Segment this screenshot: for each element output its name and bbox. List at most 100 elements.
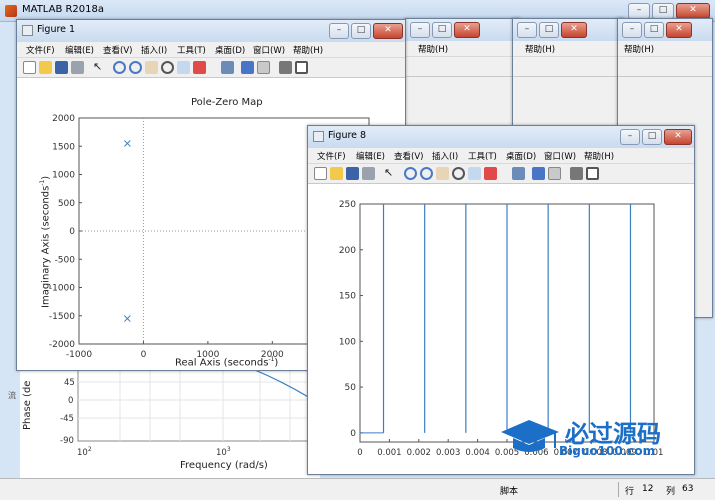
zoom-out-icon[interactable] (129, 61, 142, 74)
figure8-menubar: 文件(F) 编辑(E) 查看(V) 插入(I) 工具(T) 桌面(D) 窗口(W… (308, 148, 694, 164)
colorbar-icon[interactable] (241, 61, 254, 74)
minimize-icon[interactable]: – (517, 22, 537, 38)
zoom-in-icon[interactable] (404, 167, 417, 180)
status-col: 63 (682, 484, 694, 494)
minimize-icon[interactable]: – (622, 22, 642, 38)
close-icon[interactable]: ✕ (373, 23, 403, 39)
menu-file[interactable]: 文件(F) (317, 150, 346, 162)
menu-view[interactable]: 查看(V) (103, 44, 132, 56)
pan-icon[interactable] (436, 167, 449, 180)
print-icon[interactable] (362, 167, 375, 180)
status-bar: 脚本 行 12 列 63 (0, 478, 715, 500)
close-icon[interactable]: ✕ (664, 129, 692, 145)
data-cursor-icon[interactable] (177, 61, 190, 74)
sp-ytick-label: 0 (350, 429, 356, 439)
sp-ytick-label: 100 (339, 337, 356, 347)
figure-icon (22, 25, 33, 36)
menu-desktop[interactable]: 桌面(D) (506, 150, 536, 162)
new-figure-icon[interactable] (314, 167, 327, 180)
menu-help[interactable]: 帮助(H) (418, 43, 448, 55)
pz-ytick-label: 0 (69, 227, 75, 237)
open-icon[interactable] (39, 61, 52, 74)
print-icon[interactable] (71, 61, 84, 74)
save-icon[interactable] (55, 61, 68, 74)
bode-ytick: -45 (60, 414, 74, 424)
hide-tools-icon[interactable] (279, 61, 292, 74)
open-icon[interactable] (330, 167, 343, 180)
close-icon[interactable]: ✕ (454, 22, 480, 38)
pz-ylabel: Imaginary Axis (seconds-1) (39, 175, 52, 308)
colorbar-icon[interactable] (532, 167, 545, 180)
minimize-icon[interactable]: – (410, 22, 430, 38)
pan-icon[interactable] (145, 61, 158, 74)
save-icon[interactable] (346, 167, 359, 180)
maximize-icon[interactable]: □ (642, 129, 662, 145)
maximize-icon[interactable]: □ (539, 22, 559, 38)
menu-insert[interactable]: 插入(I) (432, 150, 458, 162)
status-row: 12 (642, 484, 654, 494)
link-icon[interactable] (221, 61, 234, 74)
brush-icon[interactable] (484, 167, 497, 180)
menu-insert[interactable]: 插入(I) (141, 44, 167, 56)
close-icon[interactable]: ✕ (666, 22, 692, 38)
pz-ytick-label: 1500 (52, 142, 75, 152)
menu-window[interactable]: 窗口(W) (544, 150, 576, 162)
minimize-icon[interactable]: – (620, 129, 640, 145)
pz-ytick-label: -1500 (49, 312, 75, 322)
new-figure-icon[interactable] (23, 61, 36, 74)
menu-file[interactable]: 文件(F) (26, 44, 55, 56)
pz-xlabel: Real Axis (seconds-1) (175, 356, 279, 369)
figure1-title: Figure 1 (37, 24, 76, 35)
close-icon[interactable]: ✕ (561, 22, 587, 38)
zoom-in-icon[interactable] (113, 61, 126, 74)
close-icon[interactable]: ✕ (676, 3, 710, 19)
sp-ytick-label: 150 (339, 292, 356, 302)
maximize-icon[interactable]: □ (432, 22, 452, 38)
maximize-icon[interactable]: □ (351, 23, 371, 39)
menu-help[interactable]: 帮助(H) (584, 150, 614, 162)
menu-help[interactable]: 帮助(H) (525, 43, 555, 55)
bode-xlabel: Frequency (rad/s) (180, 460, 268, 471)
maximize-icon[interactable]: □ (652, 3, 674, 19)
pz-ytick-label: -1000 (49, 284, 75, 294)
graduation-cap-icon (501, 420, 559, 452)
pz-ytick-label: 500 (58, 199, 75, 209)
figure8-title: Figure 8 (328, 130, 367, 141)
hide-tools-icon[interactable] (570, 167, 583, 180)
figure8-titlebar: Figure 8 – □ ✕ (308, 126, 694, 148)
menu-desktop[interactable]: 桌面(D) (215, 44, 245, 56)
menu-edit[interactable]: 编辑(E) (356, 150, 385, 162)
legend-icon[interactable] (548, 167, 561, 180)
menu-edit[interactable]: 编辑(E) (65, 44, 94, 56)
rotate-icon[interactable] (452, 167, 465, 180)
menu-help[interactable]: 帮助(H) (624, 43, 654, 55)
minimize-icon[interactable]: – (329, 23, 349, 39)
bode-ytick: -90 (60, 436, 74, 446)
figure1-menubar: 文件(F) 编辑(E) 查看(V) 插入(I) 工具(T) 桌面(D) 窗口(W… (17, 42, 405, 58)
data-cursor-icon[interactable] (468, 167, 481, 180)
pz-ytick-label: -500 (55, 255, 76, 265)
menu-tools[interactable]: 工具(T) (468, 150, 497, 162)
figure-icon (313, 131, 324, 142)
pointer-icon[interactable]: ↖ (93, 61, 106, 74)
show-tools-icon[interactable] (586, 167, 599, 180)
figure8-toolbar: ↖ (308, 164, 694, 184)
show-tools-icon[interactable] (295, 61, 308, 74)
bode-xtick: 103 (216, 446, 231, 458)
minimize-icon[interactable]: – (628, 3, 650, 19)
legend-icon[interactable] (257, 61, 270, 74)
brush-icon[interactable] (193, 61, 206, 74)
status-col-label: 列 (666, 487, 676, 497)
rotate-icon[interactable] (161, 61, 174, 74)
sp-xtick-label: 0.002 (407, 448, 431, 458)
menu-window[interactable]: 窗口(W) (253, 44, 285, 56)
menu-tools[interactable]: 工具(T) (177, 44, 206, 56)
menu-view[interactable]: 查看(V) (394, 150, 423, 162)
bode-xtick: 102 (77, 446, 92, 458)
menu-help[interactable]: 帮助(H) (293, 44, 323, 56)
maximize-icon[interactable]: □ (644, 22, 664, 38)
pointer-icon[interactable]: ↖ (384, 167, 397, 180)
link-icon[interactable] (512, 167, 525, 180)
bode-ylabel: Phase (de (22, 380, 33, 430)
zoom-out-icon[interactable] (420, 167, 433, 180)
